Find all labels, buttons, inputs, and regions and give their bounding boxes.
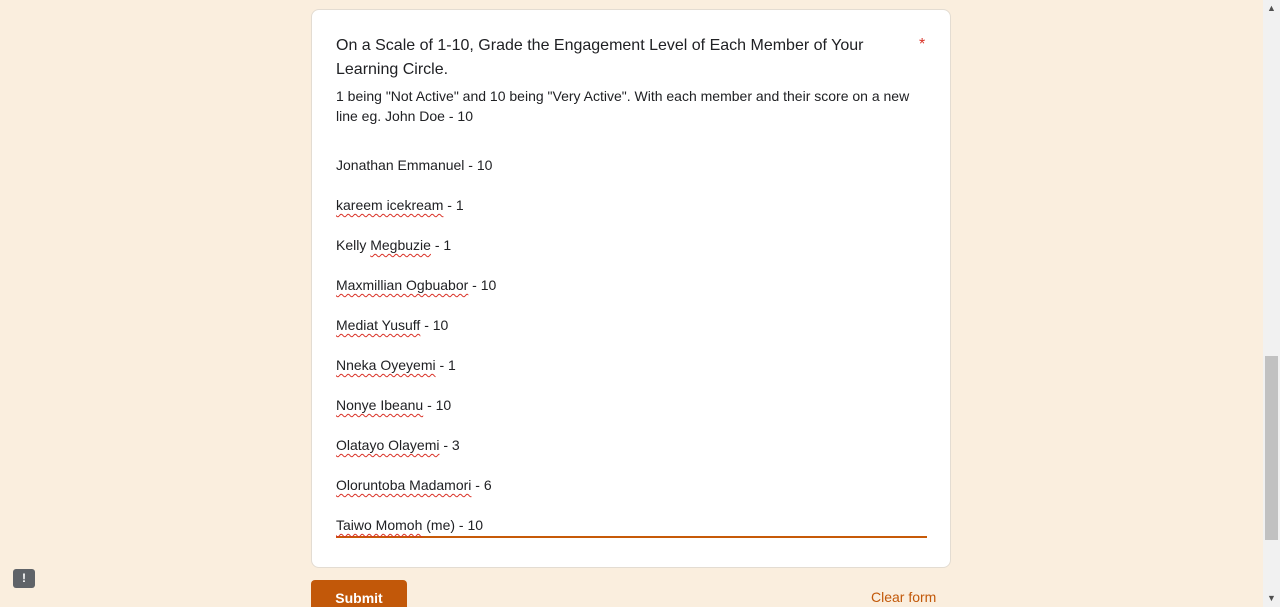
question-description: 1 being "Not Active" and 10 being "Very … [336,88,910,124]
member-score: - 6 [471,477,492,493]
answer-line: Maxmillian Ogbuabor - 10 [336,275,927,315]
member-score: (me) - 10 [422,517,484,533]
answer-line: Kelly Megbuzie - 1 [336,235,927,275]
member-name: kareem icekream [336,197,444,213]
report-problem-icon[interactable]: ! [13,569,35,588]
member-score: - 1 [443,197,464,213]
member-score: - 10 [423,397,452,413]
required-indicator: * [919,36,926,53]
member-score: - 10 [468,277,497,293]
question-title: On a Scale of 1-10, Grade the Engagement… [336,37,864,78]
answer-line: kareem icekream - 1 [336,195,927,235]
question-card: On a Scale of 1-10, Grade the Engagement… [311,9,951,568]
member-name: Nonye Ibeanu [336,397,424,413]
member-score: - 10 [420,317,449,333]
member-score: - 10 [464,157,493,173]
answer-line: Nneka Oyeyemi - 1 [336,355,927,395]
answer-line: Olatayo Olayemi - 3 [336,435,927,475]
member-name: Oloruntoba Madamori [336,477,472,493]
member-name: Jonathan Emmanuel [336,157,465,173]
scroll-down-icon[interactable]: ▼ [1263,590,1280,607]
answer-line: Jonathan Emmanuel - 10 [336,155,927,195]
member-name: Nneka Oyeyemi [336,357,436,373]
answer-textarea[interactable]: Jonathan Emmanuel - 10 kareem icekream -… [336,155,927,538]
answer-line: Oloruntoba Madamori - 6 [336,475,927,515]
member-name: Taiwo Momoh [336,517,423,533]
clear-form-link[interactable]: Clear form [871,589,936,605]
scrollbar-thumb[interactable] [1265,356,1278,540]
answer-line: Mediat Yusuff - 10 [336,315,927,355]
scroll-up-icon[interactable]: ▲ [1263,0,1280,17]
submit-button[interactable]: Submit [311,580,407,607]
member-first-name: Kelly [336,237,371,253]
member-score: - 1 [430,237,452,253]
member-name: Olatayo Olayemi [336,437,440,453]
member-score: - 3 [439,437,460,453]
page-scrollbar[interactable]: ▲ ▼ [1263,0,1280,607]
member-name: Maxmillian Ogbuabor [336,277,469,293]
member-name: Kelly Megbuzie [336,237,431,253]
answer-line: Taiwo Momoh (me) - 10 [336,515,927,555]
member-name: Mediat Yusuff [336,317,421,333]
member-score: - 1 [435,357,456,373]
answer-line: Nonye Ibeanu - 10 [336,395,927,435]
member-surname: Megbuzie [370,237,431,253]
